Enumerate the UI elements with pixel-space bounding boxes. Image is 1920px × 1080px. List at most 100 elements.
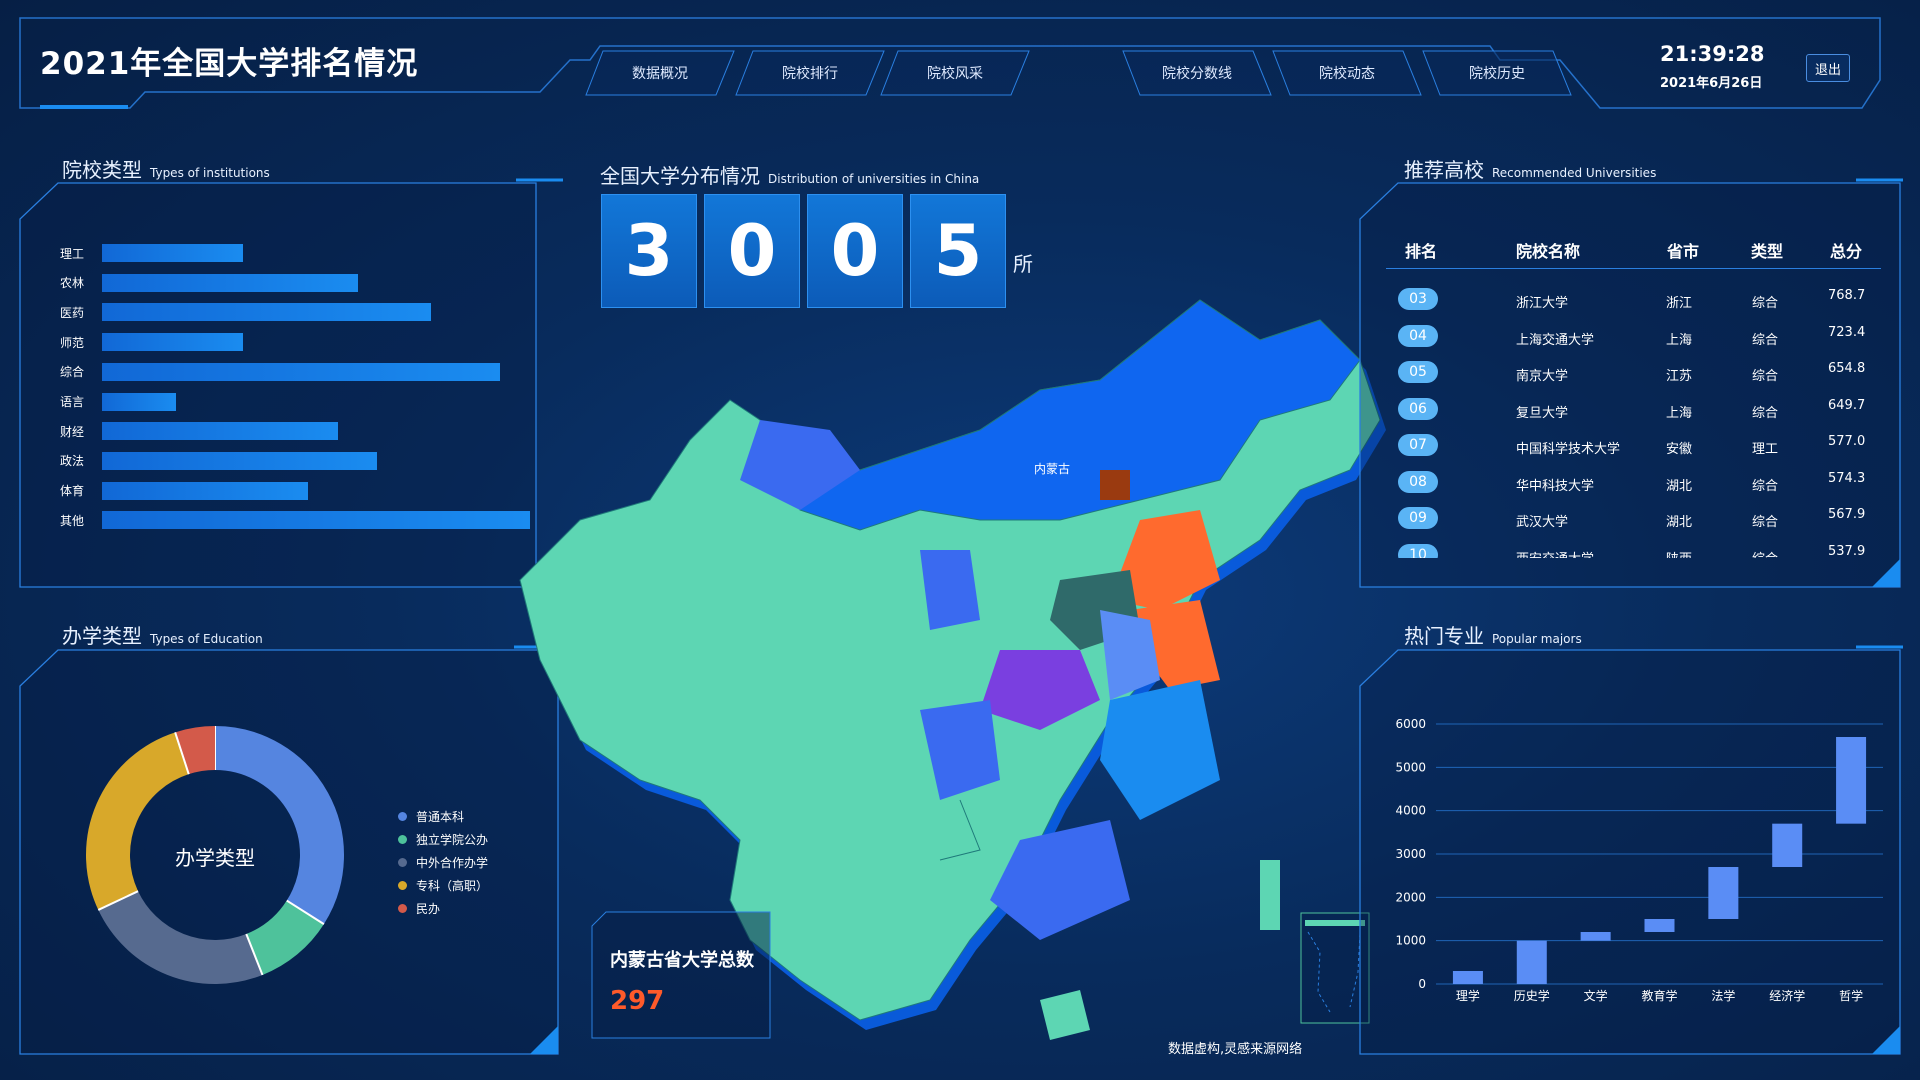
- legend-item[interactable]: 专科（高职）: [398, 877, 488, 894]
- legend-dot: [398, 812, 407, 821]
- cell-province: 浙江: [1666, 296, 1693, 311]
- waterfall-bar[interactable]: [1772, 823, 1803, 867]
- nav-ranking[interactable]: 院校排行: [735, 50, 885, 96]
- cell-score: 537.9: [1828, 543, 1866, 559]
- bar-label: 政法: [60, 454, 85, 469]
- waterfall-bar[interactable]: [1644, 919, 1675, 932]
- col-header-type[interactable]: 类型: [1751, 238, 1783, 262]
- legend-item[interactable]: 普通本科: [398, 808, 464, 825]
- map-region-zhejiang-fujian[interactable]: [1100, 680, 1220, 820]
- cell-score: 723.4: [1828, 324, 1866, 340]
- table-row[interactable]: 04 上海交通大学 上海 综合 723.4: [1390, 324, 1890, 355]
- bar[interactable]: [102, 451, 378, 470]
- bar-row: 政法: [60, 451, 378, 470]
- legend-label: 专科（高职）: [416, 879, 489, 893]
- legend-item[interactable]: 民办: [398, 900, 440, 917]
- province-card-frame: [591, 911, 771, 1039]
- donut-slice[interactable]: [175, 726, 216, 775]
- legend-item[interactable]: 独立学院公办: [398, 831, 488, 848]
- nav-news[interactable]: 院校动态: [1272, 50, 1422, 96]
- nav-history[interactable]: 院校历史: [1422, 50, 1572, 96]
- donut-slice[interactable]: [245, 899, 324, 975]
- rank-badge: 07: [1398, 434, 1438, 456]
- col-header-province[interactable]: 省市: [1667, 238, 1699, 262]
- legend-dot: [398, 881, 407, 890]
- table-row[interactable]: 09 武汉大学 湖北 综合 567.9: [1390, 507, 1890, 537]
- cell-university-name: 华中科技大学: [1516, 478, 1595, 494]
- cell-type: 综合: [1752, 405, 1779, 421]
- x-tick-label: 文学: [1584, 988, 1608, 1003]
- legend-dot: [398, 835, 407, 844]
- nav-data-overview[interactable]: 数据概况: [585, 50, 735, 96]
- counter-unit: 所: [1013, 252, 1033, 276]
- bar[interactable]: [102, 511, 530, 530]
- bar[interactable]: [102, 303, 432, 322]
- cell-type: 综合: [1752, 369, 1779, 384]
- table-row[interactable]: 07 中国科学技术大学 安徽 理工 577.0: [1390, 434, 1890, 464]
- nav-showcase[interactable]: 院校风采: [880, 50, 1030, 96]
- donut-slice[interactable]: [214, 726, 344, 925]
- x-tick-label: 理学: [1456, 988, 1480, 1003]
- bar[interactable]: [102, 333, 244, 352]
- donut-slice[interactable]: [86, 732, 190, 910]
- waterfall-bar[interactable]: [1836, 737, 1867, 824]
- nav-label: 院校动态: [1319, 66, 1375, 82]
- cell-university-name: 上海交通大学: [1516, 332, 1595, 348]
- bar[interactable]: [102, 273, 358, 292]
- cell-type: 综合: [1752, 515, 1779, 530]
- col-header-rank[interactable]: 排名: [1405, 238, 1437, 262]
- rank-badge: 04: [1398, 324, 1438, 347]
- bar[interactable]: [102, 362, 501, 381]
- cell-type: 综合: [1752, 478, 1779, 494]
- cell-province: 湖北: [1666, 478, 1693, 494]
- bar-label: 医药: [60, 305, 85, 320]
- app-title: 2021年全国大学排名情况: [40, 46, 419, 82]
- bar-label: 财经: [60, 424, 85, 439]
- waterfall-bar[interactable]: [1708, 867, 1739, 919]
- col-header-name[interactable]: 院校名称: [1516, 238, 1580, 262]
- bar[interactable]: [102, 244, 244, 262]
- donut-center-label: 办学类型: [175, 846, 255, 870]
- y-tick-label: 4000: [1395, 804, 1426, 818]
- table-row[interactable]: 05 南京大学 江苏 综合 654.8: [1390, 361, 1890, 391]
- logout-button[interactable]: 退出: [1806, 54, 1850, 82]
- majors-chart: 0 1000 2000 3000 4000 5000 6000 理学 历史学 文学 教育学 法学 经济学…: [1395, 717, 1883, 1003]
- bar[interactable]: [102, 481, 309, 500]
- legend-item[interactable]: 中外合作办学: [398, 854, 488, 871]
- table-row[interactable]: 06 复旦大学 上海 综合 649.7: [1390, 397, 1890, 428]
- x-tick-label: 经济学: [1769, 988, 1805, 1003]
- bar-row: 语言: [60, 392, 176, 411]
- waterfall-bar[interactable]: [1516, 940, 1547, 984]
- bar[interactable]: [102, 422, 338, 441]
- map-region-shaanxi[interactable]: [920, 550, 980, 630]
- panel-subtitle: Distribution of universities in China: [768, 172, 980, 186]
- waterfall-bar[interactable]: [1452, 971, 1483, 984]
- bar-label: 体育: [60, 484, 85, 499]
- data-disclaimer: 数据虚构,灵感来源网络: [1168, 1042, 1303, 1057]
- cell-university-name: 中国科学技术大学: [1516, 442, 1621, 457]
- donut-slice[interactable]: [98, 890, 263, 984]
- x-tick-label: 历史学: [1514, 988, 1550, 1003]
- bar-row: 财经: [60, 422, 338, 441]
- map-region-taiwan[interactable]: [1260, 860, 1280, 930]
- col-header-score[interactable]: 总分: [1830, 238, 1862, 262]
- waterfall-bar[interactable]: [1580, 932, 1611, 941]
- cell-university-name: 南京大学: [1516, 369, 1569, 384]
- bar-label: 其他: [60, 513, 85, 528]
- nav-score-lines[interactable]: 院校分数线: [1122, 50, 1272, 96]
- table-row[interactable]: 08 华中科技大学 湖北 综合 574.3: [1390, 470, 1890, 501]
- map-region-label: 内蒙古: [1034, 461, 1070, 476]
- rank-badge: 03: [1398, 288, 1438, 310]
- clock-date: 2021年6月26日: [1660, 76, 1763, 91]
- recommended-table-body[interactable]: 03 浙江大学 浙江 综合 768.7 04 上海交通大学 上海 综合 723.4 05 南京大学 江苏…: [1390, 288, 1890, 558]
- cell-type: 综合: [1752, 548, 1778, 559]
- bar-label: 师范: [60, 335, 85, 350]
- map-region-hainan[interactable]: [1040, 990, 1090, 1040]
- table-row[interactable]: 10 西安交通大学 陕西 综合 537.9: [1390, 543, 1890, 559]
- cell-type: 理工: [1752, 442, 1779, 457]
- map-region-beijing[interactable]: [1100, 470, 1130, 500]
- bar-row: 其他: [60, 511, 530, 530]
- bar[interactable]: [102, 392, 176, 411]
- cell-province: 江苏: [1666, 369, 1693, 384]
- table-row[interactable]: 03 浙江大学 浙江 综合 768.7: [1390, 288, 1890, 318]
